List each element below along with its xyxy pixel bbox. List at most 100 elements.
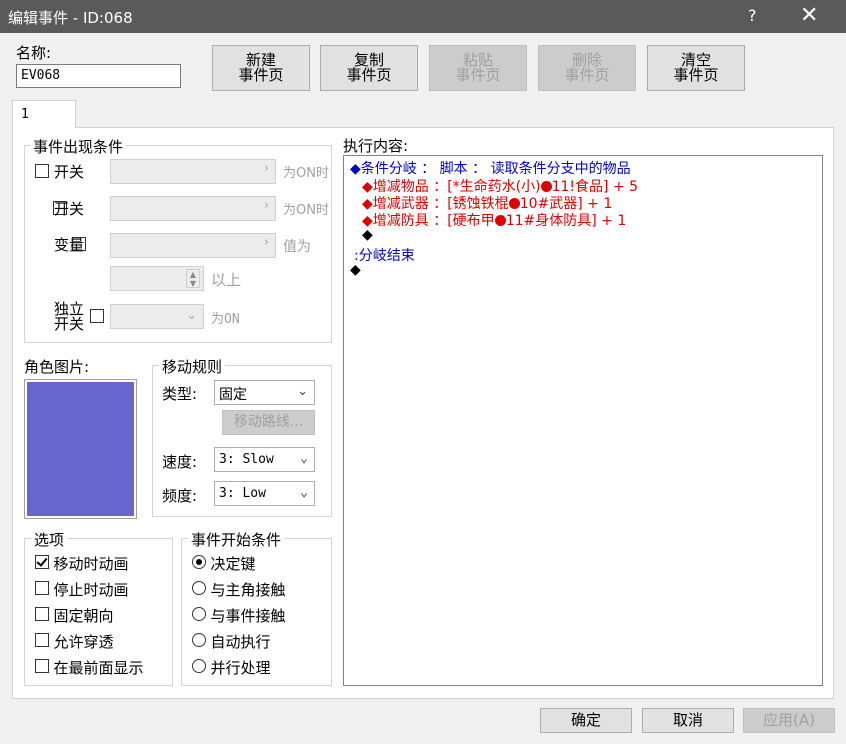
close-icon[interactable]: ✕ (800, 3, 818, 28)
item-icon (540, 181, 552, 192)
direction-fix-label: 固定朝向 (53, 607, 114, 625)
switch1-checkbox[interactable] (35, 164, 49, 178)
frequency-value: 3: Low (219, 486, 266, 501)
ok-button[interactable]: 确定 (540, 708, 632, 733)
option-item-always-on-top[interactable]: 在最前面显示 (35, 657, 143, 678)
self-switch-suffix: 为ON (211, 312, 240, 327)
chevron-down-icon: ⌄ (186, 308, 197, 323)
switch1-label: 开关 (54, 163, 85, 181)
cmd-branch-end[interactable]: :分岐结束 (354, 245, 415, 265)
weapon-icon (508, 198, 520, 209)
chevron-right-icon: › (263, 161, 269, 176)
player-touch-label: 与主角接触 (210, 581, 286, 599)
event-touch-radio[interactable] (192, 607, 206, 621)
chevron-down-icon: ⌄ (300, 451, 308, 466)
switch2-select[interactable]: › (110, 196, 276, 221)
variable-select[interactable]: › (110, 233, 276, 258)
speed-value: 3: Slow (219, 452, 274, 467)
direction-fix-checkbox[interactable] (35, 607, 49, 621)
help-button[interactable]: ? (748, 6, 757, 25)
chevron-down-icon: ⌄ (297, 384, 308, 399)
variable-suffix2: 以上 (211, 271, 242, 289)
always-on-top-label: 在最前面显示 (53, 659, 144, 677)
paste-page-button[interactable]: 粘贴 事件页 (429, 45, 527, 91)
step-anim-label: 停止时动画 (53, 581, 129, 599)
speed-label: 速度: (162, 453, 198, 471)
self-switch-select[interactable]: ⌄ (110, 304, 204, 329)
graphic-preview[interactable] (24, 379, 137, 519)
switch1-select[interactable]: › (110, 159, 276, 184)
speed-select[interactable]: 3: Slow ⌄ (214, 447, 315, 472)
trigger-item-parallel[interactable]: 并行处理 (192, 657, 270, 678)
movement-title: 移动规则 (159, 356, 226, 377)
move-route-button[interactable]: 移动路线... (222, 410, 315, 435)
copy-page-line2: 事件页 (346, 66, 392, 84)
options-title: 选项 (31, 529, 68, 550)
self-switch-label: 独立 开关 (54, 302, 84, 332)
switch2-label: 开关 (54, 200, 85, 218)
variable-suffix: 值为 (283, 239, 311, 255)
walk-anim-checkbox[interactable] (35, 555, 49, 569)
option-item-walk-anim[interactable]: 移动时动画 (35, 553, 128, 574)
frequency-label: 频度: (162, 487, 198, 505)
cancel-button[interactable]: 取消 (642, 708, 734, 733)
cmd-empty[interactable]: ◆ (350, 262, 361, 278)
trigger-item-event-touch[interactable]: 与事件接触 (192, 605, 285, 626)
type-select[interactable]: 固定 ⌄ (214, 380, 315, 405)
cmd-conditional-branch[interactable]: ◆条件分岐 ： 脚本 ： 读取条件分支中的物品 (350, 158, 631, 178)
name-label: 名称: (16, 44, 52, 62)
trigger-title: 事件开始条件 (188, 529, 285, 550)
cmd-change-armors-a: ◆增减防具 ：[硬布甲 (362, 213, 495, 229)
graphic-image (27, 382, 134, 516)
autorun-label: 自动执行 (210, 633, 271, 651)
event-touch-label: 与事件接触 (210, 607, 286, 625)
self-switch-checkbox[interactable] (90, 309, 105, 323)
stepper-arrows-icon[interactable]: ▲ ▼ (186, 269, 200, 288)
graphic-label: 角色图片: (24, 358, 90, 376)
cmd-change-armors[interactable]: ◆增减防具 ：[硬布甲 11#身体防具] + 1 (362, 210, 626, 230)
frequency-select[interactable]: 3: Low ⌄ (214, 481, 315, 506)
trigger-item-autorun[interactable]: 自动执行 (192, 631, 270, 652)
through-checkbox[interactable] (35, 633, 49, 647)
always-on-top-checkbox[interactable] (35, 659, 49, 673)
armor-icon (494, 215, 506, 226)
through-label: 允许穿透 (53, 633, 114, 651)
cmd-change-armors-b: 11#身体防具] + 1 (505, 213, 627, 229)
delete-page-button[interactable]: 删除 事件页 (538, 45, 636, 91)
parallel-radio[interactable] (192, 659, 206, 673)
copy-page-button[interactable]: 复制 事件页 (320, 45, 418, 91)
paste-page-line2: 事件页 (455, 66, 501, 84)
new-page-line2: 事件页 (238, 66, 284, 84)
chevron-down-icon: ⌄ (300, 485, 308, 500)
option-item-step-anim[interactable]: 停止时动画 (35, 579, 128, 600)
step-anim-checkbox[interactable] (35, 581, 49, 595)
autorun-radio[interactable] (192, 633, 206, 647)
contents-label: 执行内容: (343, 137, 409, 155)
cmd-empty-inner[interactable]: ◆ (362, 227, 373, 243)
chevron-right-icon: › (263, 235, 269, 250)
option-item-through[interactable]: 允许穿透 (35, 631, 113, 652)
trigger-item-action[interactable]: 决定键 (192, 553, 255, 574)
new-page-button[interactable]: 新建 事件页 (212, 45, 310, 91)
event-command-list[interactable]: ◆条件分岐 ： 脚本 ： 读取条件分支中的物品 ◆增减物品 ：[*生命药水(小)… (343, 155, 823, 686)
clear-page-button[interactable]: 清空 事件页 (647, 45, 745, 91)
chevron-right-icon: › (263, 198, 269, 213)
trigger-item-player-touch[interactable]: 与主角接触 (192, 579, 285, 600)
delete-page-line2: 事件页 (564, 66, 610, 84)
title-bar: 编辑事件 - ID:068 ? ✕ (0, 0, 846, 33)
type-label: 类型: (162, 385, 198, 403)
player-touch-radio[interactable] (192, 581, 206, 595)
name-input[interactable]: EV068 (16, 64, 181, 88)
clear-page-line2: 事件页 (673, 66, 719, 84)
self-switch-label-line2: 开关 (54, 315, 85, 333)
conditions-title: 事件出现条件 (30, 136, 127, 157)
type-value: 固定 (219, 387, 247, 403)
action-label: 决定键 (210, 555, 256, 573)
variable-value-stepper[interactable]: ▲ ▼ (110, 266, 204, 291)
action-radio[interactable] (192, 555, 206, 569)
option-item-direction-fix[interactable]: 固定朝向 (35, 605, 113, 626)
parallel-label: 并行处理 (210, 659, 271, 677)
apply-button[interactable]: 应用(A) (743, 708, 835, 733)
switch2-suffix: 为ON时 (283, 203, 329, 218)
tab-page-1[interactable]: 1 (12, 100, 76, 128)
